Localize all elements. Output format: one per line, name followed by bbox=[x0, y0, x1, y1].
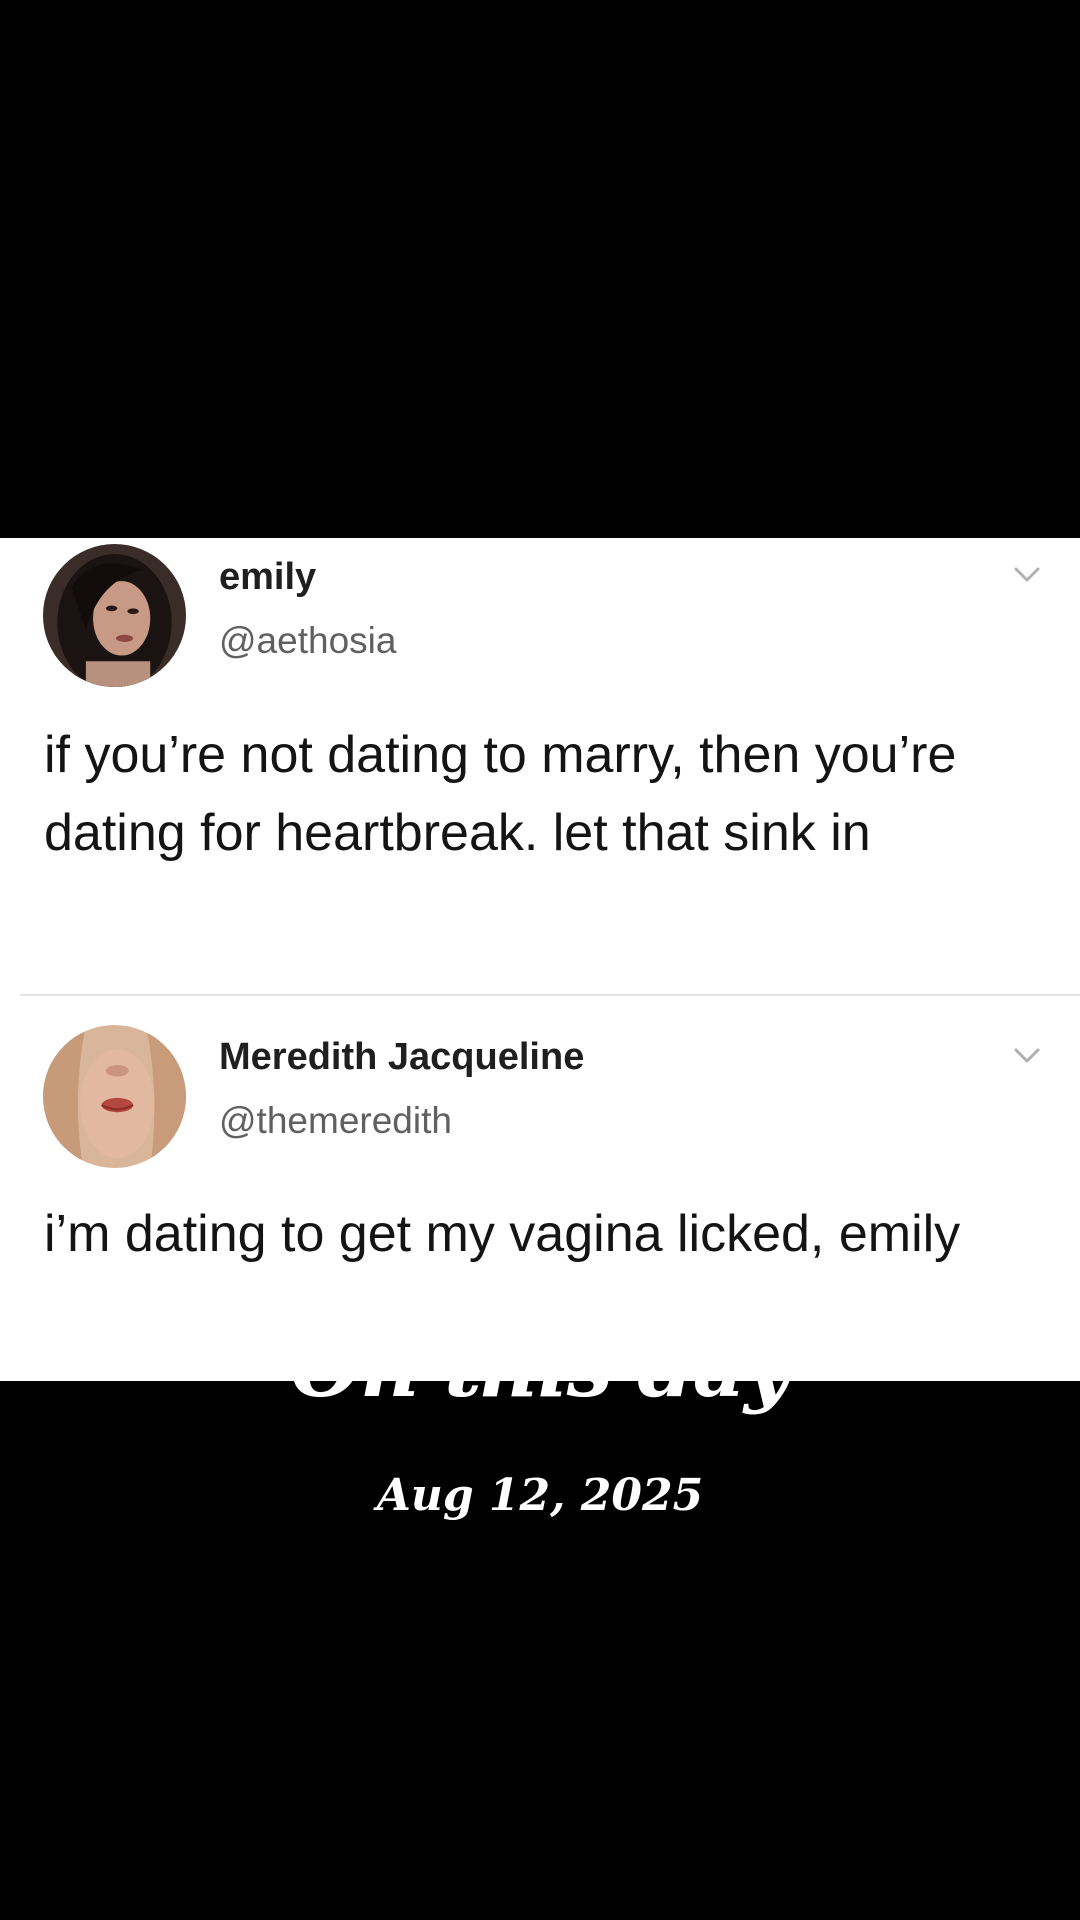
memory-date: Aug 12, 2025 bbox=[376, 1470, 704, 1521]
display-name[interactable]: emily bbox=[219, 556, 316, 599]
chevron-down-icon[interactable] bbox=[1012, 564, 1042, 586]
avatar[interactable] bbox=[43, 544, 186, 687]
profile-photo-blonde-hair bbox=[43, 1025, 186, 1168]
tweet-text: if you’re not dating to marry, then you’… bbox=[44, 726, 957, 862]
profile-photo-dark-hair bbox=[43, 544, 186, 687]
on-this-day-title: On this day bbox=[290, 1320, 791, 1416]
avatar[interactable] bbox=[43, 1025, 186, 1168]
chevron-down-icon[interactable] bbox=[1012, 1045, 1042, 1067]
handle[interactable]: @themeredith bbox=[219, 1100, 452, 1142]
tweet-screenshot-card: emily @aethosia if you’re not dating to … bbox=[0, 538, 1080, 1381]
handle[interactable]: @aethosia bbox=[219, 620, 396, 662]
tweet-emily: emily @aethosia if you’re not dating to … bbox=[0, 538, 1080, 996]
story-page: emily @aethosia if you’re not dating to … bbox=[0, 0, 1080, 1920]
display-name[interactable]: Meredith Jacqueline bbox=[219, 1036, 584, 1079]
tweet-text: i’m dating to get my vagina licked, emil… bbox=[44, 1205, 961, 1263]
